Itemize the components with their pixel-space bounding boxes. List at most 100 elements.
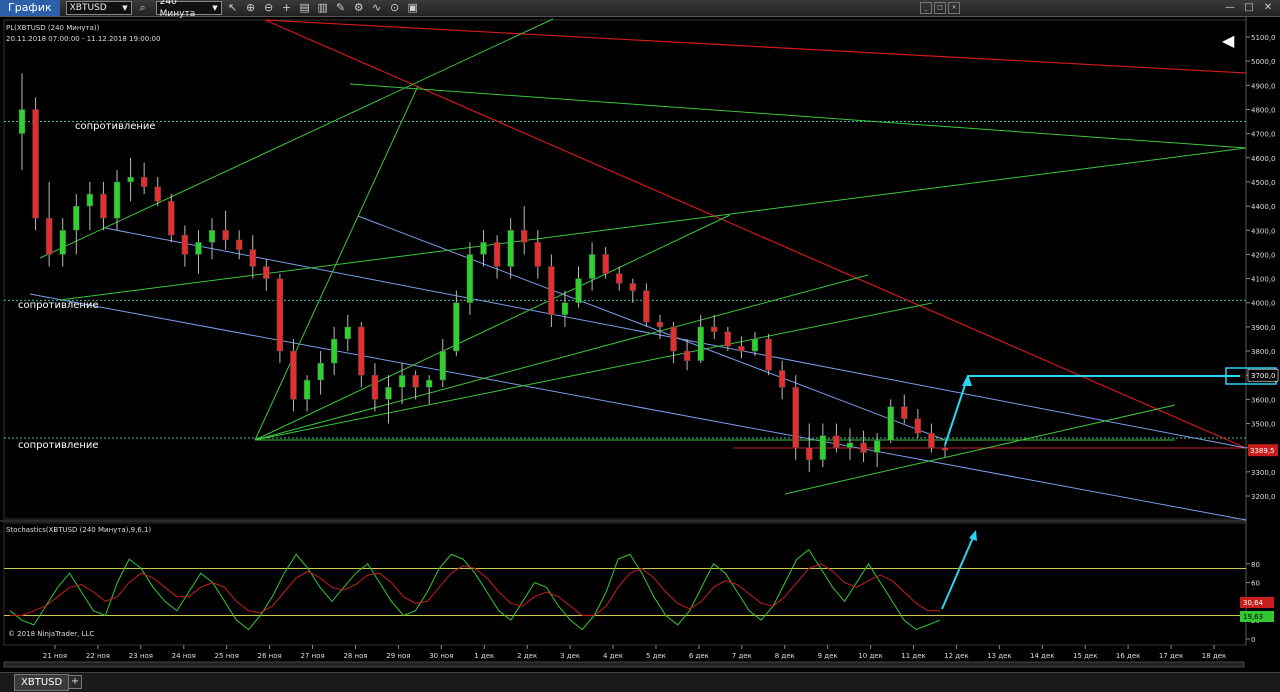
candle-body [588,254,596,279]
stoch-tick-label: 60 [1251,580,1260,588]
price-tick-label: 4700,0 [1251,131,1276,139]
minimize-icon[interactable]: — [1222,1,1238,15]
crosshair-icon[interactable]: + [280,1,294,15]
chevron-down-icon: ▼ [122,4,128,12]
tab-bar: XBTUSD + [0,672,1280,692]
stoch-tick-label: 80 [1251,561,1260,569]
candle-body [45,217,53,255]
stoch-tick-label: 0 [1251,636,1255,644]
mini-close-icon[interactable]: × [948,2,960,14]
candle-body [914,418,922,434]
candle-body [520,230,528,243]
zoom-in-icon[interactable]: ⊕ [244,1,258,15]
date-tick-label: 4 дек [603,652,623,660]
candle-body [643,290,650,323]
close-icon[interactable]: ✕ [1260,1,1276,15]
price-tick-label: 5000,0 [1251,58,1276,66]
stoch-arrowhead [969,530,977,541]
candle-body [683,350,691,361]
price-tick-label: 3900,0 [1251,324,1276,332]
candle-body [154,186,161,202]
candle-body [344,326,352,340]
maximize-icon[interactable]: □ [1241,1,1257,15]
candle-body [168,201,175,236]
tab-xbtusd[interactable]: XBTUSD [14,674,70,691]
candle-body [901,406,908,419]
price-tick-label: 5100,0 [1251,34,1276,42]
candle-body [575,278,582,303]
stoch-panel-frame [3,522,1247,646]
link-icon[interactable]: ⊙ [388,1,402,15]
date-tick-label: 15 дек [1073,652,1098,660]
interval-select[interactable]: 240 Минута ▼ [155,0,222,19]
candle-body [819,435,827,461]
candle-body [629,283,637,291]
instrument-value: XBTUSD [69,3,107,13]
candle-body [697,326,704,361]
properties-icon[interactable]: ▤ [298,1,312,15]
price-chart[interactable]: 5100,0 5000,0 4900,0 4800,0 4700,0 4600,0 4500… [0,17,1280,672]
date-tick-label: 5 дек [646,652,666,660]
price-panel-frame [3,19,1247,520]
candle-body [330,338,338,364]
red-trend-line-upper [264,19,1247,74]
indicator-icon[interactable]: ∿ [370,1,384,15]
candle-body [724,331,732,347]
candle-body [751,338,759,352]
candle-body [860,442,867,453]
candle-body [86,193,94,207]
add-tab-icon[interactable]: + [68,675,82,689]
green-fan-line-3 [254,214,731,441]
candle-body [778,370,786,388]
candle-body [941,447,949,451]
candle-body [235,239,243,250]
green-fan-line-2 [254,85,419,441]
price-tick-label: 3600,0 [1251,396,1276,404]
copyright: © 2018 NinjaTrader, LLC [8,630,95,638]
candle-body [222,230,229,241]
candle-body [615,273,623,284]
candle-body [602,254,609,274]
candle-body [385,387,392,400]
mini-minimize-icon[interactable]: _ [920,2,932,14]
date-tick-label: 18 дек [1202,652,1227,660]
stoch-d-line [10,563,940,616]
zoom-out-icon[interactable]: ⊖ [262,1,276,15]
candle-body [276,278,284,352]
candle-body [792,387,799,448]
pointer-icon[interactable]: ↖ [226,1,240,15]
mini-restore-icon[interactable]: □ [934,2,946,14]
candle-body [439,350,447,381]
candle-body [263,266,270,279]
resistance-label-1: сопротивление [75,121,156,132]
price-tick-label: 4800,0 [1251,106,1276,114]
price-tick-label: 3300,0 [1251,469,1276,477]
strategy-icon[interactable]: ⚙ [352,1,366,15]
green-support-line [784,404,1176,495]
chart-style-icon[interactable]: ▥ [316,1,330,15]
window-controls: — □ ✕ [1219,1,1276,15]
layout-icon[interactable]: ▣ [406,1,420,15]
date-tick-label: 2 дек [517,652,537,660]
candle-body [100,193,107,219]
price-tick-label: 4100,0 [1251,276,1276,284]
date-tick-label: 14 дек [1030,652,1055,660]
search-icon[interactable]: ⌕ [136,1,150,15]
candle-body [303,379,311,400]
candle-body [249,249,256,267]
candle-body [127,176,134,183]
price-tick-label: 4500,0 [1251,179,1276,187]
price-tick-label: 4200,0 [1251,251,1276,259]
date-tick-label: 27 ноя [300,652,324,660]
projection-arrow-up [944,375,969,446]
candle-body [195,242,202,255]
date-tick-label: 21 ноя [43,652,67,660]
drawing-tools-icon[interactable]: ✎ [334,1,348,15]
candle-body [32,109,39,219]
candle-body [846,442,854,448]
date-tick-label: 13 дек [987,652,1012,660]
price-tick-label: 4400,0 [1251,203,1276,211]
candle-body [208,230,216,243]
date-tick-label: 1 дек [474,652,494,660]
instrument-select[interactable]: XBTUSD ▼ [65,1,132,15]
